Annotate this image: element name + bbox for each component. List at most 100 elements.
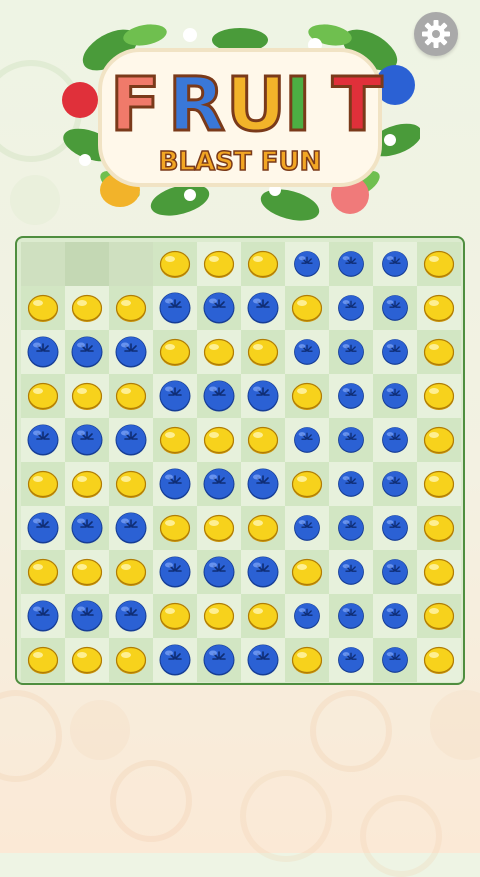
board-cell[interactable] [153, 374, 197, 418]
board-cell[interactable] [153, 286, 197, 330]
board-cell[interactable] [21, 550, 65, 594]
board-cell[interactable] [21, 374, 65, 418]
board-cell[interactable] [197, 594, 241, 638]
board-cell[interactable] [417, 594, 461, 638]
board-cell[interactable] [417, 506, 461, 550]
board-cell[interactable] [153, 594, 197, 638]
board-cell[interactable] [329, 330, 373, 374]
board-cell[interactable] [241, 330, 285, 374]
board-cell[interactable] [197, 462, 241, 506]
board-cell[interactable] [197, 418, 241, 462]
board-cell[interactable] [241, 242, 285, 286]
board-cell[interactable] [21, 506, 65, 550]
board-cell[interactable] [65, 550, 109, 594]
board-cell[interactable] [65, 374, 109, 418]
board-cell[interactable] [373, 550, 417, 594]
board-cell[interactable] [329, 638, 373, 682]
board-cell[interactable] [417, 550, 461, 594]
board-cell[interactable] [417, 462, 461, 506]
board-cell[interactable] [197, 550, 241, 594]
board-cell[interactable] [373, 638, 417, 682]
board-cell[interactable] [285, 330, 329, 374]
board-cell[interactable] [21, 418, 65, 462]
board-cell[interactable] [153, 418, 197, 462]
board-cell[interactable] [109, 462, 153, 506]
board-cell[interactable] [197, 242, 241, 286]
board-cell[interactable] [373, 418, 417, 462]
board-cell[interactable] [197, 330, 241, 374]
board-cell[interactable] [373, 506, 417, 550]
board-cell[interactable] [285, 374, 329, 418]
board-cell[interactable] [65, 330, 109, 374]
board-cell[interactable] [373, 330, 417, 374]
board-cell[interactable] [285, 286, 329, 330]
board-cell[interactable] [241, 594, 285, 638]
board-cell[interactable] [285, 462, 329, 506]
board-cell[interactable] [329, 462, 373, 506]
board-cell[interactable] [373, 594, 417, 638]
board-cell[interactable] [417, 374, 461, 418]
board-cell[interactable] [417, 330, 461, 374]
board-cell[interactable] [417, 418, 461, 462]
board-cell[interactable] [109, 594, 153, 638]
board-cell[interactable] [285, 506, 329, 550]
board-cell[interactable] [65, 286, 109, 330]
board-cell[interactable] [373, 374, 417, 418]
board-cell[interactable] [241, 462, 285, 506]
board-cell[interactable] [109, 638, 153, 682]
board-cell[interactable] [197, 374, 241, 418]
board-cell[interactable] [109, 418, 153, 462]
board-cell[interactable] [109, 374, 153, 418]
board-cell[interactable] [373, 286, 417, 330]
board-cell[interactable] [241, 286, 285, 330]
board-cell-empty[interactable] [109, 242, 153, 286]
board-cell[interactable] [197, 638, 241, 682]
board-cell[interactable] [285, 550, 329, 594]
board-cell[interactable] [241, 374, 285, 418]
board-cell[interactable] [241, 550, 285, 594]
board-cell[interactable] [241, 638, 285, 682]
board-cell[interactable] [373, 462, 417, 506]
board-cell[interactable] [329, 550, 373, 594]
board-cell[interactable] [153, 638, 197, 682]
board-cell[interactable] [109, 506, 153, 550]
board-cell[interactable] [417, 286, 461, 330]
board-cell[interactable] [153, 506, 197, 550]
board-cell[interactable] [285, 418, 329, 462]
board-cell[interactable] [329, 286, 373, 330]
board-cell[interactable] [329, 242, 373, 286]
board-cell[interactable] [329, 374, 373, 418]
board-cell[interactable] [21, 594, 65, 638]
board-cell[interactable] [285, 594, 329, 638]
board-cell[interactable] [109, 286, 153, 330]
board-cell[interactable] [109, 550, 153, 594]
board-cell[interactable] [21, 638, 65, 682]
board-cell[interactable] [153, 242, 197, 286]
board-cell[interactable] [21, 330, 65, 374]
board-cell[interactable] [329, 594, 373, 638]
board-cell[interactable] [65, 506, 109, 550]
board-cell[interactable] [241, 418, 285, 462]
board-cell[interactable] [65, 594, 109, 638]
board-cell[interactable] [109, 330, 153, 374]
board-cell-empty[interactable] [21, 242, 65, 286]
board-cell[interactable] [285, 638, 329, 682]
board-cell[interactable] [197, 286, 241, 330]
board-cell[interactable] [417, 242, 461, 286]
board-cell[interactable] [153, 550, 197, 594]
board-cell[interactable] [65, 462, 109, 506]
board-cell-empty[interactable] [65, 242, 109, 286]
board-cell[interactable] [373, 242, 417, 286]
board-cell[interactable] [65, 418, 109, 462]
board-cell[interactable] [21, 286, 65, 330]
board-cell[interactable] [197, 506, 241, 550]
board-cell[interactable] [153, 330, 197, 374]
board-cell[interactable] [21, 462, 65, 506]
board-cell[interactable] [241, 506, 285, 550]
board-cell[interactable] [329, 506, 373, 550]
board-cell[interactable] [65, 638, 109, 682]
board-cell[interactable] [417, 638, 461, 682]
board-cell[interactable] [329, 418, 373, 462]
settings-button[interactable] [414, 12, 458, 56]
board-cell[interactable] [153, 462, 197, 506]
